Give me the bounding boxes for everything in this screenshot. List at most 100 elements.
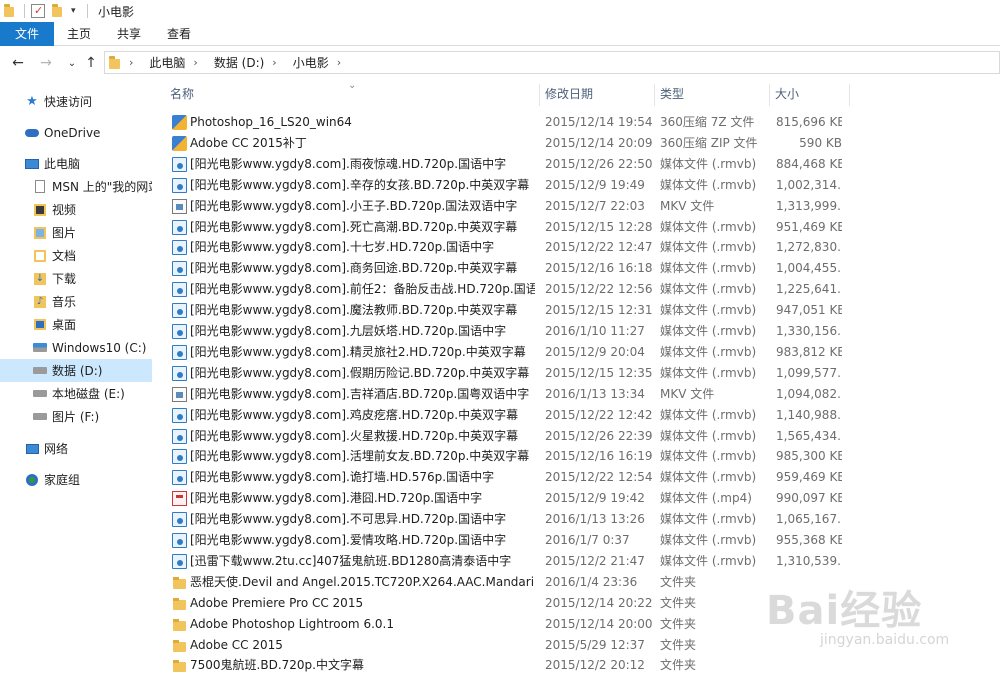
forward-arrow-icon[interactable]: → [36,53,56,73]
file-type: MKV 文件 [660,386,715,401]
cloud-icon [24,125,40,141]
file-date-modified: 2015/12/16 16:18 [545,261,653,276]
folder-icon [172,617,187,632]
file-row[interactable]: [阳光电影www.ygdy8.com].吉祥酒店.BD.720p.国粤双语中字 2… [152,384,1000,405]
file-date-modified: 2015/12/14 20:22 [545,595,653,610]
tab-view[interactable]: 查看 [154,22,204,46]
file-size: 1,272,830... [776,240,842,255]
sidebar-item-pictures[interactable]: 图片 [0,221,152,244]
file-row[interactable]: [阳光电影www.ygdy8.com].辛存的女孩.BD.720p.中英双字幕 2… [152,175,1000,196]
breadcrumb-separator[interactable]: › [337,56,349,69]
file-row[interactable]: [阳光电影www.ygdy8.com].假期历险记.BD.720p.中英双字幕 2… [152,363,1000,384]
file-name: [阳光电影www.ygdy8.com].前任2：备胎反击战.HD.720p.国语… [190,282,535,297]
sidebar-item-network[interactable]: 网络 [0,437,152,460]
sidebar-item-desktop[interactable]: 桌面 [0,313,152,336]
file-row[interactable]: [阳光电影www.ygdy8.com].小王子.BD.720p.国法双语中字 20… [152,196,1000,217]
file-name: [阳光电影www.ygdy8.com].吉祥酒店.BD.720p.国粤双语中字 [190,386,530,401]
properties-check-icon[interactable]: ✓ [31,4,45,18]
file-row[interactable]: [迅雷下载www.2tu.cc]407猛鬼航班.BD1280高清泰语中字 2015… [152,551,1000,572]
file-row[interactable]: [阳光电影www.ygdy8.com].港囧.HD.720p.国语中字 2015/… [152,488,1000,509]
file-row[interactable]: [阳光电影www.ygdy8.com].前任2：备胎反击战.HD.720p.国语… [152,279,1000,300]
file-name: 恶棍天使.Devil and Angel.2015.TC720P.X264.AA… [190,574,535,589]
file-row[interactable]: [阳光电影www.ygdy8.com].诡打墙.HD.576p.国语中字 2015… [152,467,1000,488]
file-date-modified: 2015/12/7 22:03 [545,198,645,213]
file-type: 文件夹 [660,574,697,589]
file-size: 1,099,577... [776,365,842,380]
file-name: Adobe Photoshop Lightroom 6.0.1 [190,616,394,631]
file-row[interactable]: Adobe Premiere Pro CC 2015 2015/12/14 20:… [152,593,1000,614]
file-row[interactable]: [阳光电影www.ygdy8.com].火星救援.HD.720p.中英双字幕 20… [152,426,1000,447]
file-row[interactable]: Adobe CC 2015补丁 2015/12/14 20:09 360压缩 ZIP… [152,133,1000,154]
pictures-folder-icon [32,225,48,241]
column-header-name[interactable]: 名称 [164,80,539,108]
file-date-modified: 2015/12/16 16:19 [545,449,653,464]
file-row[interactable]: [阳光电影www.ygdy8.com].死亡高潮.BD.720p.中英双字幕 20… [152,217,1000,238]
file-date-modified: 2015/12/22 12:42 [545,407,653,422]
up-arrow-icon[interactable]: ↑ [81,53,101,73]
breadcrumb-separator[interactable]: › [129,56,141,69]
file-name: [阳光电影www.ygdy8.com].精灵旅社2.HD.720p.中英双字幕 [190,344,526,359]
file-row[interactable]: [阳光电影www.ygdy8.com].九层妖塔.HD.720p.国语中字 201… [152,321,1000,342]
file-name: [阳光电影www.ygdy8.com].诡打墙.HD.576p.国语中字 [190,470,495,485]
navigation-bar: ← → ⌄ ↑ › 此电脑 › 数据 (D:) › 小电影 › [0,46,1000,80]
file-row[interactable]: Adobe Photoshop Lightroom 6.0.1 2015/12/1… [152,614,1000,635]
file-size: 1,140,988... [776,407,842,422]
breadcrumb-separator[interactable]: › [193,56,205,69]
column-header-size[interactable]: 大小 [769,80,849,108]
sidebar-item-msn-my-website[interactable]: MSN 上的"我的网站 [0,175,152,198]
back-arrow-icon[interactable]: ← [8,53,28,73]
file-size [776,614,842,635]
file-type: 媒体文件 (.rmvb) [660,365,757,380]
sidebar-item-downloads[interactable]: ↓ 下载 [0,267,152,290]
file-row[interactable]: [阳光电影www.ygdy8.com].雨夜惊魂.HD.720p.国语中字 201… [152,154,1000,175]
file-row[interactable]: [阳光电影www.ygdy8.com].精灵旅社2.HD.720p.中英双字幕 2… [152,342,1000,363]
customize-dropdown-icon[interactable]: ▾ [71,4,81,18]
file-row[interactable]: [阳光电影www.ygdy8.com].爱情攻略.HD.720p.国语中字 201… [152,530,1000,551]
sidebar-item-homegroup[interactable]: 家庭组 [0,468,152,491]
file-row[interactable]: [阳光电影www.ygdy8.com].不可思异.HD.720p.国语中字 201… [152,509,1000,530]
column-header-type[interactable]: 类型 [654,80,769,108]
breadcrumb-separator[interactable]: › [272,56,284,69]
sidebar-item-videos[interactable]: 视频 [0,198,152,221]
file-row[interactable]: [阳光电影www.ygdy8.com].鸡皮疙瘩.HD.720p.中英双字幕 20… [152,405,1000,426]
sidebar-item-music[interactable]: ♪ 音乐 [0,290,152,313]
media-file-icon [172,282,187,298]
sidebar-item-drive-e[interactable]: 本地磁盘 (E:) [0,382,152,405]
file-type: 媒体文件 (.rmvb) [660,261,757,276]
file-row[interactable]: [阳光电影www.ygdy8.com].十七岁.HD.720p.国语中字 2015… [152,237,1000,258]
star-icon: ★ [26,94,38,109]
sidebar-item-quick-access[interactable]: ★ 快速访问 [0,90,152,113]
breadcrumb-current-folder[interactable]: 小电影 [293,54,329,71]
tab-file[interactable]: 文件 [0,22,54,46]
breadcrumb-drive-d[interactable]: 数据 (D:) [214,54,264,71]
column-divider[interactable] [849,84,850,106]
file-date-modified: 2016/1/7 0:37 [545,533,630,547]
recent-locations-dropdown-icon[interactable]: ⌄ [62,53,82,73]
sidebar-item-drive-f[interactable]: 图片 (F:) [0,405,152,428]
new-folder-icon[interactable] [51,4,65,18]
media-file-icon [172,470,187,486]
sidebar-item-drive-c[interactable]: Windows10 (C:) [0,336,152,359]
tab-share[interactable]: 共享 [104,22,154,46]
address-bar[interactable]: › 此电脑 › 数据 (D:) › 小电影 › [104,51,1000,74]
media-file-icon [172,344,187,360]
ribbon-tabs: 文件 主页 共享 查看 [0,22,1000,46]
sidebar-item-this-pc[interactable]: 此电脑 [0,152,152,175]
sidebar-item-drive-d[interactable]: 数据 (D:) [0,359,152,382]
file-size: 959,469 KB [776,470,842,485]
sidebar-item-documents[interactable]: 文档 [0,244,152,267]
breadcrumb-this-pc[interactable]: 此电脑 [149,54,185,71]
media-file-icon [172,303,187,319]
file-row[interactable]: Photoshop_16_LS20_win64 2015/12/14 19:54 3… [152,112,1000,133]
file-row[interactable]: 恶棍天使.Devil and Angel.2015.TC720P.X264.AA… [152,572,1000,593]
file-row[interactable]: Adobe CC 2015 2015/5/29 12:37 文件夹 [152,635,1000,656]
file-type: 媒体文件 (.rmvb) [660,219,757,234]
column-header-date[interactable]: 修改日期 [539,80,654,108]
file-size: 884,468 KB [776,156,842,171]
file-row[interactable]: [阳光电影www.ygdy8.com].魔法教师.BD.720p.中英双字幕 20… [152,300,1000,321]
file-row[interactable]: [阳光电影www.ygdy8.com].商务回途.BD.720p.中英双字幕 20… [152,258,1000,279]
tab-home[interactable]: 主页 [54,22,104,46]
sidebar-item-onedrive[interactable]: OneDrive [0,121,152,144]
file-row[interactable]: [阳光电影www.ygdy8.com].活埋前女友.BD.720p.中英双字幕 2… [152,446,1000,467]
file-name: [阳光电影www.ygdy8.com].活埋前女友.BD.720p.中英双字幕 [190,449,530,464]
